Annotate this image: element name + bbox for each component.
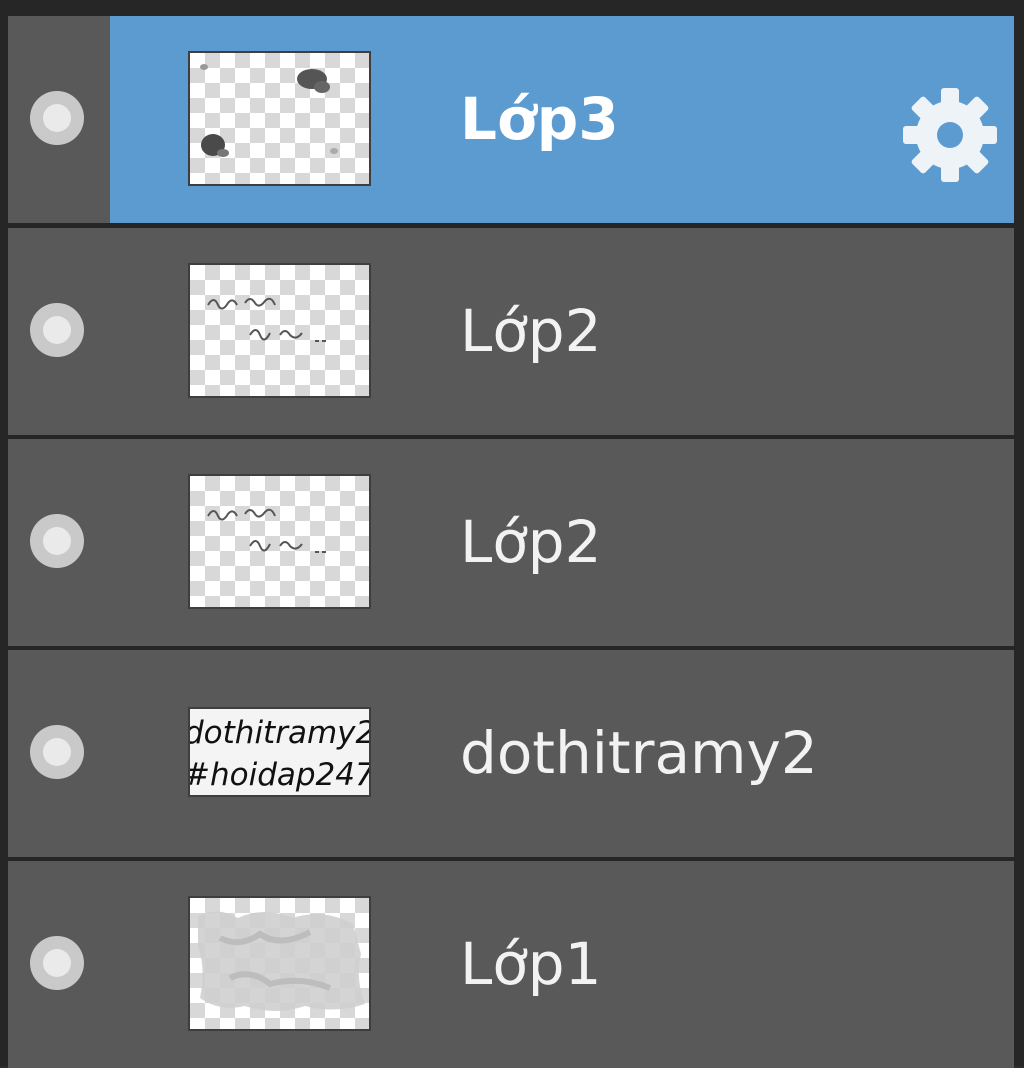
text-image: dothitramy2 #hoidap247 (190, 715, 371, 793)
gray-fill-image (198, 911, 365, 1011)
layer-row-lop2[interactable]: Lớp2 (8, 228, 1014, 435)
layer-name: dothitramy2 (460, 719, 818, 787)
visibility-toggle[interactable] (30, 91, 84, 145)
layers-panel: Lớp3 Lớp2 Lớp2 dothitramy2 #hoidap247 do… (0, 0, 1024, 1068)
layer-thumbnail (188, 51, 371, 186)
svg-text:dothitramy2: dothitramy2 (190, 715, 371, 751)
gear-icon[interactable] (901, 86, 999, 184)
visibility-toggle[interactable] (30, 303, 84, 357)
layer-thumbnail: dothitramy2 #hoidap247 (188, 707, 371, 797)
handwriting-image (207, 508, 326, 553)
layer-thumbnail (188, 474, 371, 609)
layer-thumbnail (188, 896, 371, 1031)
layer-name: Lớp2 (460, 297, 602, 365)
svg-text:#hoidap247: #hoidap247 (190, 757, 371, 793)
visibility-toggle[interactable] (30, 725, 84, 779)
layer-row-lop1[interactable]: Lớp1 (8, 861, 1014, 1068)
layer-row-lop2-copy[interactable]: Lớp2 (8, 439, 1014, 646)
handwriting-image (207, 297, 326, 342)
layer-row-dothitramy2[interactable]: dothitramy2 #hoidap247 dothitramy2 (8, 650, 1014, 857)
blob-marks-image (200, 64, 338, 157)
layer-row-lop3[interactable]: Lớp3 (8, 16, 1014, 223)
layer-name: Lớp1 (460, 930, 602, 998)
layer-name: Lớp2 (460, 508, 602, 576)
layer-thumbnail (188, 263, 371, 398)
visibility-toggle[interactable] (30, 936, 84, 990)
visibility-toggle[interactable] (30, 514, 84, 568)
layer-name: Lớp3 (460, 85, 619, 153)
